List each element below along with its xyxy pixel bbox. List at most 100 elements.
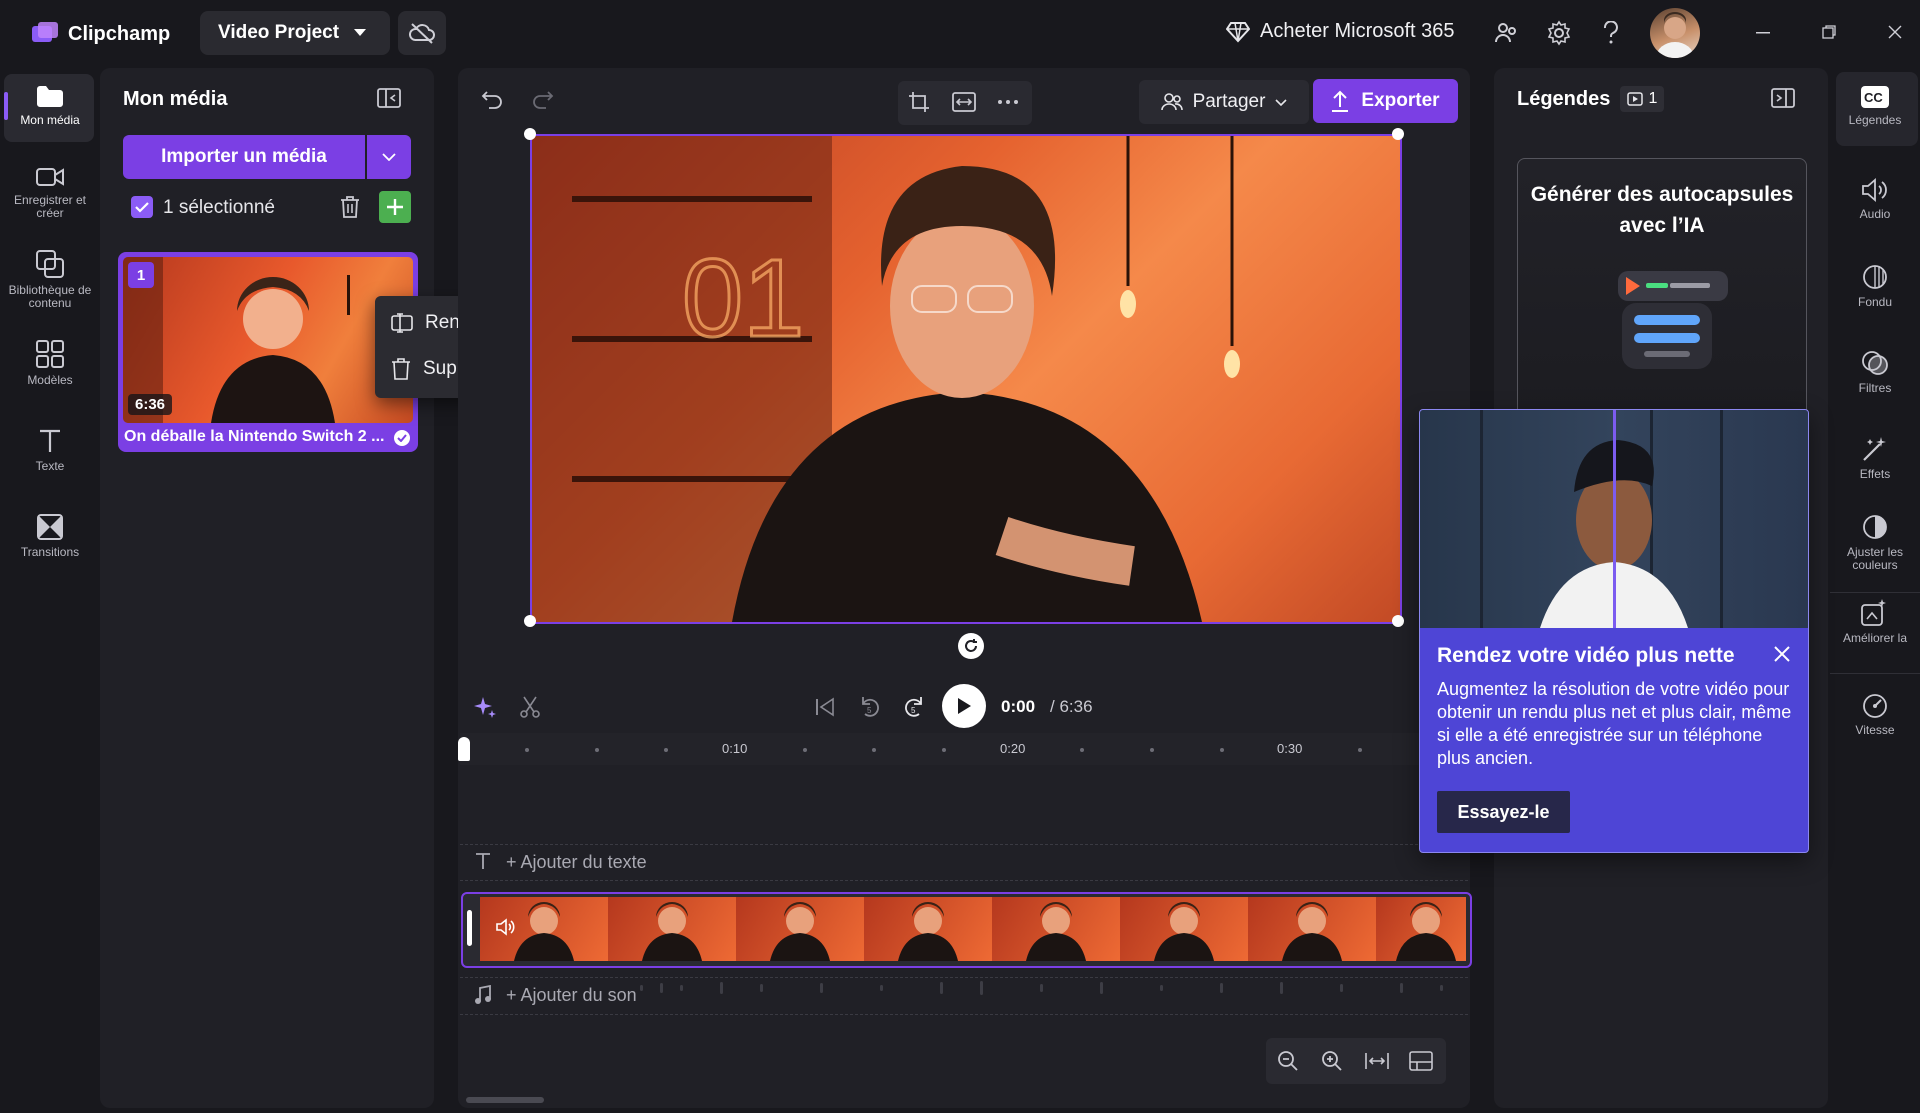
rail-item-speed[interactable]: Vitesse [1830, 692, 1920, 737]
cloud-off-icon [409, 22, 435, 44]
rail-item-transitions[interactable]: Transitions [6, 514, 94, 559]
play-button[interactable] [942, 684, 986, 728]
music-note-icon [474, 985, 492, 1005]
diamond-icon [1226, 21, 1250, 43]
timeline-ruler[interactable] [460, 733, 1468, 765]
people-icon [1160, 93, 1183, 111]
rail-item-templates[interactable]: Modèles [6, 340, 94, 387]
user-avatar[interactable] [1650, 8, 1700, 58]
chevron-down-icon [1275, 98, 1288, 106]
resize-handle-bottom-right[interactable] [1392, 615, 1404, 627]
project-title-dropdown[interactable]: Video Project [200, 11, 390, 55]
resize-handle-top-left[interactable] [524, 128, 536, 140]
undo-icon[interactable] [481, 89, 503, 109]
enhance-tooltip: Rendez votre vidéo plus nette Augmentez … [1419, 409, 1809, 853]
add-text-track[interactable]: + Ajouter du texte [506, 852, 647, 873]
resize-handle-bottom-left[interactable] [524, 615, 536, 627]
selected-count: 1 sélectionné [163, 197, 275, 218]
rewind-5-icon[interactable]: 5 [859, 695, 881, 719]
rail-item-filters[interactable]: Filtres [1830, 350, 1920, 395]
svg-text:5: 5 [867, 706, 872, 715]
clip-volume-icon[interactable] [496, 918, 516, 936]
clip-trim-handle[interactable] [467, 910, 472, 946]
restore-icon[interactable] [1822, 25, 1836, 39]
redo-icon[interactable] [532, 89, 554, 109]
rail-item-captions[interactable]: CC Légendes [1830, 86, 1920, 127]
add-audio-track[interactable]: + Ajouter du son [506, 985, 637, 1006]
collapse-panel-icon[interactable] [1771, 88, 1795, 108]
autocaption-promo-card[interactable]: Générer des autocapsules avec l’IA [1517, 158, 1807, 420]
chevron-down-icon [382, 153, 396, 161]
media-index-badge: 1 [128, 262, 154, 288]
tooltip-title: Rendez votre vidéo plus nette [1437, 644, 1735, 667]
playhead[interactable] [458, 737, 470, 761]
rail-label: Vitesse [1855, 723, 1895, 737]
rail-label: Texte [35, 459, 65, 473]
rail-label: Ajuster les couleurs [1846, 545, 1904, 572]
collapse-panel-icon[interactable] [377, 88, 401, 108]
timeline-layout-icon[interactable] [1409, 1051, 1433, 1071]
ai-sparkle-icon[interactable] [474, 696, 496, 718]
split-scissors-icon[interactable] [520, 696, 540, 718]
rail-label: Modèles [27, 373, 73, 387]
share-button[interactable]: Partager [1139, 80, 1309, 124]
rail-item-effects[interactable]: Effets [1830, 436, 1920, 481]
fit-timeline-icon[interactable] [1365, 1052, 1389, 1070]
forward-5-icon[interactable]: 5 [903, 695, 925, 719]
captions-illustration-icon [1598, 263, 1728, 373]
close-icon[interactable] [1774, 646, 1790, 662]
help-icon[interactable] [1602, 21, 1620, 45]
import-options-button[interactable] [367, 135, 411, 179]
rail-item-content-library[interactable]: Bibliothèque de contenu [6, 250, 94, 310]
crop-icon[interactable] [908, 91, 930, 113]
media-title: On déballe la Nintendo Switch 2 ... [124, 428, 384, 445]
fit-icon[interactable] [952, 92, 976, 112]
rotate-handle[interactable] [958, 633, 984, 659]
select-checkbox[interactable] [131, 196, 153, 218]
rail-item-record-create[interactable]: Enregistrer et créer [6, 166, 94, 220]
folder-icon [36, 84, 64, 108]
resize-handle-top-right[interactable] [1392, 128, 1404, 140]
rail-label: Effets [1859, 467, 1891, 481]
zoom-out-icon[interactable] [1277, 1050, 1299, 1072]
clipchamp-logo-icon [32, 22, 58, 44]
video-preview[interactable]: 01 [530, 134, 1402, 624]
settings-gear-icon[interactable] [1546, 20, 1572, 46]
text-track-icon [474, 852, 492, 870]
transitions-icon [37, 514, 63, 540]
caret-down-icon [353, 28, 367, 38]
skip-to-start-icon[interactable] [815, 697, 835, 717]
rail-label: Mon média [20, 113, 80, 127]
buy-microsoft-365[interactable]: Acheter Microsoft 365 [1226, 20, 1455, 43]
total-time: / 6:36 [1050, 697, 1093, 716]
close-window-icon[interactable] [1888, 25, 1902, 39]
minimize-icon[interactable] [1756, 32, 1770, 34]
rail-item-fade[interactable]: Fondu [1830, 264, 1920, 309]
rail-label: Légendes [1848, 113, 1902, 127]
top-bar: Clipchamp Video Project Acheter Microsof… [0, 0, 1920, 66]
play-icon [956, 697, 972, 715]
promo-title: Générer des autocapsules avec l’IA [1530, 183, 1794, 237]
zoom-in-icon[interactable] [1321, 1050, 1343, 1072]
rail-item-audio[interactable]: Audio [1830, 178, 1920, 221]
media-item-card[interactable]: 1 6:36 On déballe la Nintendo Switch 2 .… [118, 252, 418, 452]
svg-text:CC: CC [1864, 90, 1883, 105]
filters-icon [1861, 350, 1889, 376]
current-time: 0:00 [1001, 697, 1036, 716]
horizontal-scrollbar[interactable] [466, 1097, 544, 1103]
cloud-sync-button[interactable] [398, 11, 446, 55]
rail-label: Enregistrer et créer [13, 193, 87, 220]
add-to-timeline-button[interactable] [379, 191, 411, 223]
rail-item-my-media[interactable]: Mon média [6, 84, 94, 127]
rail-item-enhance[interactable]: Améliorer la [1830, 598, 1920, 645]
rail-item-text[interactable]: Texte [6, 428, 94, 473]
contrast-icon [1862, 514, 1888, 540]
share-people-icon[interactable] [1494, 21, 1520, 45]
trash-icon[interactable] [339, 195, 361, 219]
import-media-button[interactable]: Importer un média [123, 135, 365, 179]
tick-label: 0:10 [722, 741, 748, 756]
try-it-button[interactable]: Essayez-le [1437, 791, 1570, 833]
export-button[interactable]: Exporter [1313, 79, 1458, 123]
more-options-icon[interactable] [998, 100, 1018, 104]
rail-item-adjust-colors[interactable]: Ajuster les couleurs [1830, 514, 1920, 572]
